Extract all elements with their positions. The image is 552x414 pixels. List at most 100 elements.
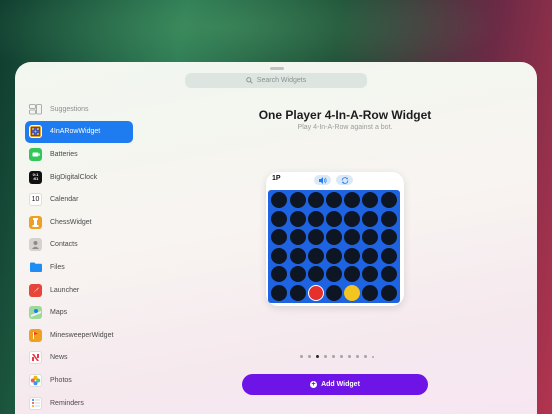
board-cell-empty[interactable]	[362, 247, 379, 264]
suggestions-icon	[29, 103, 42, 116]
board-cell-empty[interactable]	[307, 192, 324, 209]
board-cell-empty[interactable]	[271, 247, 288, 264]
sidebar-item-4inarowwidget[interactable]: 4InARowWidget	[25, 120, 133, 144]
board-cell-empty[interactable]	[271, 210, 288, 227]
launcher-app-icon	[29, 283, 42, 297]
sidebar-item-label: ChessWidget	[50, 218, 92, 226]
sidebar-item-maps[interactable]: Maps	[25, 301, 133, 324]
4inarow-app-icon	[29, 125, 42, 139]
board-cell-empty[interactable]	[380, 247, 397, 264]
calendar-app-icon: 10	[29, 193, 42, 207]
sidebar-item-files[interactable]: Files	[25, 256, 133, 279]
page-dot[interactable]	[316, 355, 319, 358]
sidebar-item-reminders[interactable]: Reminders	[25, 392, 133, 414]
widget-gallery-sheet: Search Widgets Suggestions 4InARowWidget…	[15, 62, 537, 414]
sidebar-item-label: Reminders	[50, 399, 84, 407]
board-cell-empty[interactable]	[325, 284, 342, 301]
page-indicator[interactable]	[300, 355, 374, 358]
sidebar-item-photos[interactable]: Photos	[25, 369, 133, 392]
sidebar-item-calendar[interactable]: 10 Calendar	[25, 188, 133, 211]
sidebar-item-label: Photos	[50, 376, 72, 384]
board-cell-empty[interactable]	[271, 284, 288, 301]
page-dot[interactable]	[308, 355, 311, 358]
batteries-app-icon	[29, 147, 42, 161]
board-cell-empty[interactable]	[289, 229, 306, 246]
contacts-app-icon	[29, 238, 42, 252]
sidebar-item-label: MinesweeperWidget	[50, 331, 114, 339]
board-cell-empty[interactable]	[344, 266, 361, 283]
board-cell-empty[interactable]	[325, 210, 342, 227]
add-widget-button[interactable]: + Add Widget	[242, 374, 428, 395]
board-cell-empty[interactable]	[344, 229, 361, 246]
board-cell-empty[interactable]	[325, 266, 342, 283]
sheet-grabber[interactable]	[270, 67, 284, 70]
sidebar-item-news[interactable]: News	[25, 347, 133, 370]
board-cell-empty[interactable]	[380, 266, 397, 283]
sound-button[interactable]	[314, 175, 331, 185]
page-dot[interactable]	[324, 355, 327, 358]
board-cell-empty[interactable]	[325, 192, 342, 209]
board-cell-empty[interactable]	[307, 266, 324, 283]
board-cell-empty[interactable]	[289, 266, 306, 283]
sidebar-item-bigdigitalclock[interactable]: 0:1 :01 BigDigitalClock	[25, 166, 133, 189]
game-board[interactable]	[268, 190, 400, 303]
plus-icon: +	[310, 381, 318, 388]
board-cell-empty[interactable]	[325, 229, 342, 246]
search-placeholder: Search Widgets	[256, 77, 307, 84]
board-cell-empty[interactable]	[289, 210, 306, 227]
board-cell-empty[interactable]	[289, 247, 306, 264]
sidebar-item-label: Maps	[50, 309, 68, 317]
sidebar-item-minesweeperwidget[interactable]: MinesweeperWidget	[25, 324, 133, 347]
widget-preview[interactable]: 1P	[266, 172, 404, 306]
board-cell-empty[interactable]	[362, 210, 379, 227]
board-cell-empty[interactable]	[344, 210, 361, 227]
sidebar-item-chesswidget[interactable]: ChessWidget	[25, 211, 133, 234]
sidebar-item-launcher[interactable]: Launcher	[25, 279, 133, 302]
search-field[interactable]: Search Widgets	[185, 73, 367, 88]
sidebar-item-label: Suggestions	[50, 105, 89, 113]
board-cell-empty[interactable]	[271, 192, 288, 209]
board-cell-empty[interactable]	[289, 284, 306, 301]
search-icon	[246, 77, 253, 84]
board-cell-empty[interactable]	[380, 210, 397, 227]
board-cell-empty[interactable]	[271, 229, 288, 246]
page-dot[interactable]	[356, 355, 359, 358]
page-dot[interactable]	[332, 355, 335, 358]
player-mode-label: 1P	[272, 175, 281, 182]
board-cell-empty[interactable]	[362, 192, 379, 209]
maps-app-icon	[29, 306, 42, 320]
sidebar-item-label: News	[50, 354, 68, 362]
minesweeper-app-icon	[29, 328, 42, 342]
page-dot[interactable]	[340, 355, 343, 358]
board-cell-empty[interactable]	[271, 266, 288, 283]
board-cell-empty[interactable]	[344, 247, 361, 264]
add-widget-label: Add Widget	[321, 381, 360, 388]
board-cell-empty[interactable]	[307, 229, 324, 246]
page-dot[interactable]	[300, 355, 303, 358]
board-cell-empty[interactable]	[325, 247, 342, 264]
page-dot[interactable]	[364, 355, 367, 358]
board-cell-empty[interactable]	[362, 266, 379, 283]
board-cell-empty[interactable]	[289, 192, 306, 209]
reminders-app-icon	[29, 396, 42, 410]
restart-button[interactable]	[336, 175, 353, 185]
board-cell-empty[interactable]	[380, 192, 397, 209]
board-cell-empty[interactable]	[380, 229, 397, 246]
sidebar-item-suggestions[interactable]: Suggestions	[25, 98, 133, 121]
page-dot[interactable]	[348, 355, 351, 358]
chesswidget-app-icon	[29, 215, 42, 229]
page-dot[interactable]	[372, 355, 374, 358]
sidebar-item-contacts[interactable]: Contacts	[25, 234, 133, 257]
board-cell-red-disc[interactable]	[307, 284, 324, 301]
sidebar-item-batteries[interactable]: Batteries	[25, 143, 133, 166]
board-cell-empty[interactable]	[362, 229, 379, 246]
board-cell-empty[interactable]	[362, 284, 379, 301]
speaker-icon	[318, 176, 326, 184]
board-cell-empty[interactable]	[307, 247, 324, 264]
board-cell-empty[interactable]	[307, 210, 324, 227]
board-cell-empty[interactable]	[380, 284, 397, 301]
board-cell-empty[interactable]	[344, 192, 361, 209]
sidebar-item-label: Contacts	[50, 241, 78, 249]
board-cell-yellow-disc[interactable]	[344, 284, 361, 301]
sidebar-item-label: Batteries	[50, 150, 78, 158]
